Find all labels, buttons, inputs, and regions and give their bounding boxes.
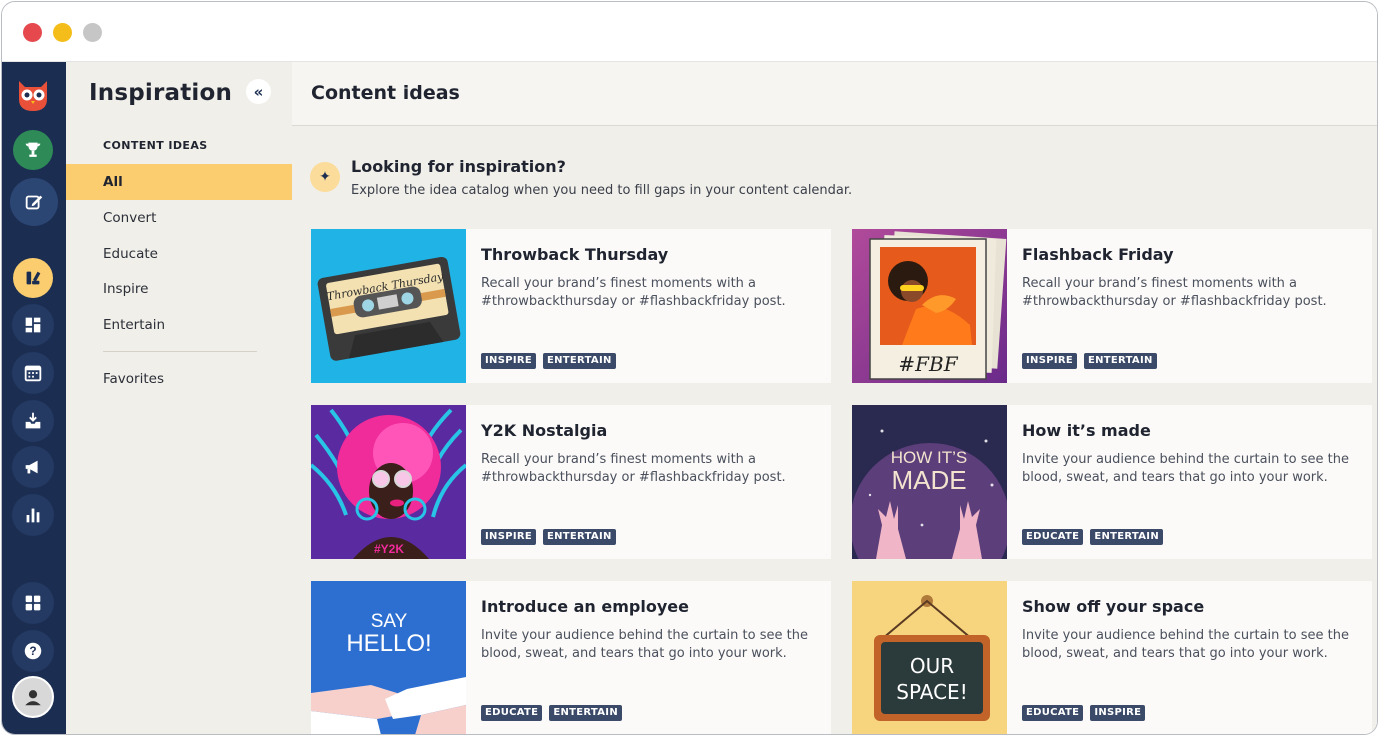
tag-badge: INSPIRE xyxy=(481,529,536,545)
thumb-caption: #FBF xyxy=(898,352,958,376)
sidebar-item-all[interactable]: All xyxy=(66,164,292,200)
banner-subtitle: Explore the idea catalog when you need t… xyxy=(351,183,853,198)
card-description: Invite your audience behind the curtain … xyxy=(481,628,808,661)
y2k-portrait-image: #Y2K xyxy=(311,405,466,559)
polaroid-photo-image: #FBF xyxy=(852,229,1007,383)
sidebar-item-label: Favorites xyxy=(103,371,164,387)
collapse-sidebar-button[interactable]: « xyxy=(246,79,271,104)
tag-badge: ENTERTAIN xyxy=(549,705,622,721)
card-tags: EDUCATE ENTERTAIN xyxy=(481,705,622,721)
svg-text:?: ? xyxy=(29,644,36,658)
close-window-button[interactable] xyxy=(23,23,42,42)
idea-card-how-its-made[interactable]: HOW IT’S MADE How it’s made Invite your … xyxy=(852,405,1372,559)
tag-badge: EDUCATE xyxy=(1022,529,1084,545)
card-description: Invite your audience behind the curtain … xyxy=(1022,628,1349,661)
inspiration-icon[interactable] xyxy=(13,258,53,298)
cassette-tape-image: Throwback Thursday xyxy=(311,229,466,383)
sidebar-item-convert[interactable]: Convert xyxy=(66,200,292,236)
card-title: How it’s made xyxy=(1022,421,1151,440)
sidebar-item-label: Educate xyxy=(103,246,158,262)
idea-card-throwback-thursday[interactable]: Throwback Thursday Throwback Thursday Re… xyxy=(311,229,831,383)
sidebar-divider xyxy=(103,351,257,352)
idea-card-show-off-your-space[interactable]: OUR SPACE! Show off your space Invite yo… xyxy=(852,581,1372,734)
card-tags: EDUCATE ENTERTAIN xyxy=(1022,529,1163,545)
trophy-icon[interactable] xyxy=(13,130,53,170)
thumb-caption-line2: MADE xyxy=(891,465,966,495)
card-title: Throwback Thursday xyxy=(481,245,669,264)
tag-badge: EDUCATE xyxy=(481,705,543,721)
main-content: Content ideas ✦ Looking for inspiration?… xyxy=(292,62,1377,734)
calendar-icon[interactable] xyxy=(12,352,54,394)
banner-title: Looking for inspiration? xyxy=(351,157,566,176)
minimize-window-button[interactable] xyxy=(53,23,72,42)
maximize-window-button[interactable] xyxy=(83,23,102,42)
idea-card-flashback-friday[interactable]: #FBF Flashback Friday Recall your brand’… xyxy=(852,229,1372,383)
tag-badge: ENTERTAIN xyxy=(1083,353,1157,369)
sidebar-item-label: Entertain xyxy=(103,317,166,333)
icon-rail: ? xyxy=(2,62,66,734)
tag-badge: INSPIRE xyxy=(481,353,536,369)
card-title: Y2K Nostalgia xyxy=(481,421,608,440)
card-tags: EDUCATE INSPIRE xyxy=(1022,705,1146,721)
card-description: Recall your brand’s finest moments with … xyxy=(1022,276,1327,309)
card-tags: INSPIRE ENTERTAIN xyxy=(481,529,616,545)
owl-logo-icon[interactable] xyxy=(12,72,54,114)
card-description: Invite your audience behind the curtain … xyxy=(1022,452,1349,485)
profile-icon[interactable] xyxy=(12,676,54,718)
dashboard-icon[interactable] xyxy=(12,304,54,346)
handshake-image: SAY HELLO! xyxy=(311,581,466,734)
card-tags: INSPIRE ENTERTAIN xyxy=(1022,353,1157,369)
card-description: Recall your brand’s finest moments with … xyxy=(481,452,786,485)
our-space-sign-image: OUR SPACE! xyxy=(852,581,1007,734)
megaphone-icon[interactable] xyxy=(12,446,54,488)
sidebar-item-label: Convert xyxy=(103,210,157,226)
inbox-icon[interactable] xyxy=(12,400,54,442)
idea-card-introduce-an-employee[interactable]: SAY HELLO! Introduce an employee Invite … xyxy=(311,581,831,734)
card-title: Flashback Friday xyxy=(1022,245,1174,264)
tag-badge: EDUCATE xyxy=(1022,705,1084,721)
thumb-caption-line1: OUR xyxy=(910,654,954,678)
compose-icon[interactable] xyxy=(10,178,58,226)
card-tags: INSPIRE ENTERTAIN xyxy=(481,353,616,369)
sidebar-item-inspire[interactable]: Inspire xyxy=(66,271,292,307)
thumb-caption: #Y2K xyxy=(374,542,404,556)
page-title: Content ideas xyxy=(311,82,460,104)
chevron-double-left-icon: « xyxy=(253,82,264,101)
card-title: Introduce an employee xyxy=(481,597,689,616)
sidebar-item-entertain[interactable]: Entertain xyxy=(66,307,292,343)
analytics-icon[interactable] xyxy=(12,494,54,536)
idea-card-y2k-nostalgia[interactable]: #Y2K Y2K Nostalgia Recall your brand’s f… xyxy=(311,405,831,559)
sidebar-title: Inspiration xyxy=(89,80,233,106)
tag-badge: ENTERTAIN xyxy=(542,529,616,545)
tag-badge: INSPIRE xyxy=(1022,353,1077,369)
sidebar-item-label: Inspire xyxy=(103,281,149,297)
tag-badge: ENTERTAIN xyxy=(542,353,616,369)
thumb-caption-line2: SPACE! xyxy=(896,680,967,704)
main-header: Content ideas xyxy=(292,62,1377,126)
sparkle-icon: ✦ xyxy=(310,162,340,192)
thumb-caption-line1: SAY xyxy=(371,611,408,632)
title-bar xyxy=(2,2,1377,62)
thumb-caption-line2: HELLO! xyxy=(346,630,431,657)
help-icon[interactable]: ? xyxy=(12,630,54,672)
card-description: Recall your brand’s finest moments with … xyxy=(481,276,786,309)
content-ideas-section-label: CONTENT IDEAS xyxy=(103,139,208,152)
sidebar-item-educate[interactable]: Educate xyxy=(66,236,292,272)
tag-badge: INSPIRE xyxy=(1090,705,1146,721)
apps-icon[interactable] xyxy=(12,582,54,624)
app-window: ? Inspiration « CONTENT IDEAS All Conver… xyxy=(1,1,1378,735)
tag-badge: ENTERTAIN xyxy=(1090,529,1163,545)
how-its-made-image: HOW IT’S MADE xyxy=(852,405,1007,559)
inspiration-sidebar: Inspiration « CONTENT IDEAS All Convert … xyxy=(66,62,292,734)
sidebar-item-favorites[interactable]: Favorites xyxy=(66,361,292,397)
card-title: Show off your space xyxy=(1022,597,1205,616)
sidebar-item-label: All xyxy=(103,174,123,190)
